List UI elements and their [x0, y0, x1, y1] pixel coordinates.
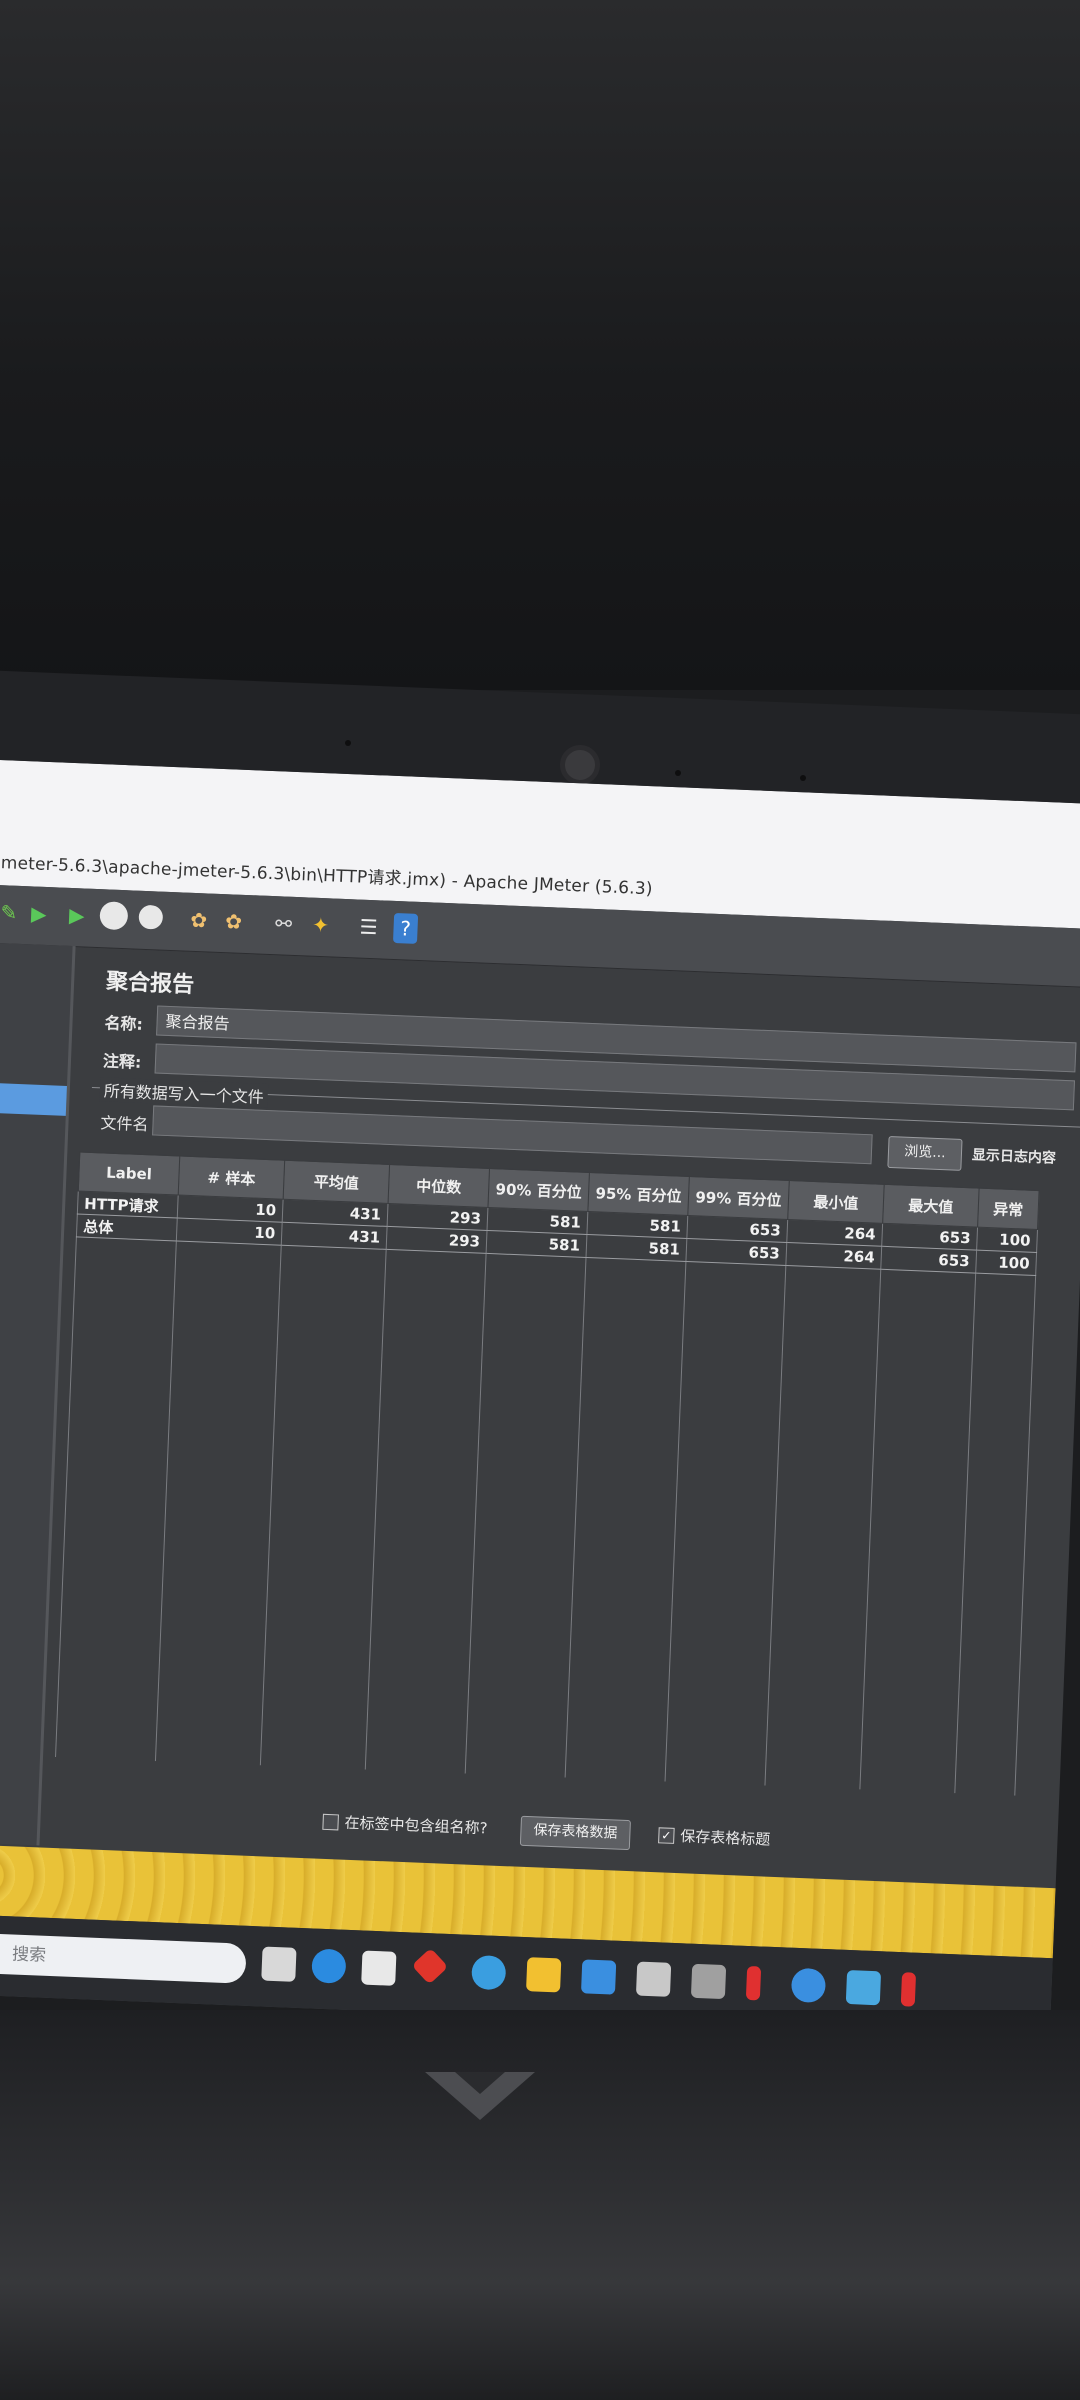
save-table-header-checkbox[interactable]: ✓ — [658, 1827, 675, 1844]
table-cell: 100 — [976, 1227, 1038, 1253]
clear-icon[interactable]: ✿ — [183, 905, 214, 936]
monitor-upper-area — [0, 0, 1080, 690]
task-view-icon[interactable] — [261, 1946, 297, 1982]
store-icon[interactable] — [361, 1950, 397, 1986]
clear-all-icon[interactable]: ✿ — [218, 906, 249, 937]
app-circle-icon[interactable] — [790, 1967, 827, 2004]
search-placeholder: 搜索 — [11, 1944, 47, 1966]
name-label: 名称: — [104, 1013, 144, 1034]
app-blue-icon[interactable] — [580, 1959, 617, 1995]
browser-icon[interactable] — [471, 1954, 507, 1991]
remote-desktop-icon[interactable] — [690, 1963, 727, 2000]
help-icon[interactable]: ? — [392, 912, 419, 944]
group-title: 所有数据写入一个文件 — [99, 1077, 269, 1109]
app-square-icon[interactable] — [845, 1969, 882, 2006]
column-header[interactable]: # 样本 — [178, 1156, 285, 1200]
column-header[interactable]: 90% 百分位 — [487, 1168, 590, 1212]
file-explorer-icon[interactable] — [526, 1957, 562, 1993]
column-header[interactable]: Label — [78, 1152, 180, 1196]
column-header[interactable]: 异常 — [977, 1188, 1040, 1230]
app-red-icon[interactable] — [411, 1947, 449, 1985]
pencil-icon[interactable]: ✎ — [0, 897, 24, 928]
pen-icon[interactable] — [900, 1972, 917, 2007]
laptop-screen: jmeter-5.6.3\apache-jmeter-5.6.3\bin\HTT… — [0, 760, 1080, 2039]
search-icon[interactable]: ⚯ — [268, 908, 299, 939]
column-header[interactable]: 最大值 — [882, 1184, 980, 1228]
column-header[interactable]: 平均值 — [283, 1160, 390, 1204]
broom-icon[interactable]: ✦ — [305, 909, 336, 940]
table-empty-area — [55, 1236, 1036, 1796]
filename-label: 文件名 — [100, 1113, 149, 1135]
brand-logo-inner — [455, 2072, 505, 2094]
include-group-checkbox[interactable] — [322, 1813, 339, 1831]
tree-item-selected[interactable] — [0, 1082, 67, 1116]
browse-button[interactable]: 浏览... — [887, 1135, 963, 1171]
laptop-lower-body — [0, 2010, 1080, 2400]
column-header[interactable]: 中位数 — [388, 1164, 490, 1208]
table-cell: 100 — [975, 1250, 1037, 1276]
taskbar-search[interactable]: ⚲ 搜索 — [0, 1932, 247, 1984]
save-table-header-label: 保存表格标题 — [679, 1827, 771, 1849]
shutdown-icon[interactable] — [138, 904, 164, 930]
column-header[interactable]: 99% 百分位 — [687, 1176, 790, 1220]
save-table-data-button[interactable]: 保存表格数据 — [519, 1815, 631, 1851]
pen-icon[interactable] — [745, 1965, 762, 2001]
panel-title: 聚合报告 — [105, 969, 195, 998]
column-header[interactable]: 最小值 — [787, 1180, 885, 1224]
start-icon[interactable]: ▶ — [23, 898, 54, 929]
app-grey-icon[interactable] — [635, 1961, 672, 1997]
aggregate-report-panel: 聚合报告 名称: 聚合报告 注释: 所有数据写入一个文件 文件名 浏览... 显… — [51, 947, 1080, 1886]
function-helper-icon[interactable]: ☰ — [353, 911, 384, 942]
sensor-dot — [345, 740, 351, 746]
include-group-label: 在标签中包含组名称? — [344, 1813, 488, 1838]
comment-label: 注释: — [102, 1051, 142, 1072]
log-display-label[interactable]: 显示日志内容 — [972, 1144, 1057, 1167]
edge-browser-icon[interactable] — [311, 1948, 347, 1984]
column-header[interactable]: 95% 百分位 — [587, 1172, 690, 1216]
start-no-pause-icon[interactable]: ▶ — [61, 900, 92, 931]
sensor-dot — [800, 775, 806, 781]
stop-icon[interactable] — [99, 901, 129, 931]
aggregate-table[interactable]: Label # 样本 平均值 中位数 90% 百分位 95% 百分位 99% 百… — [55, 1152, 1040, 1796]
sensor-dot — [675, 770, 681, 776]
